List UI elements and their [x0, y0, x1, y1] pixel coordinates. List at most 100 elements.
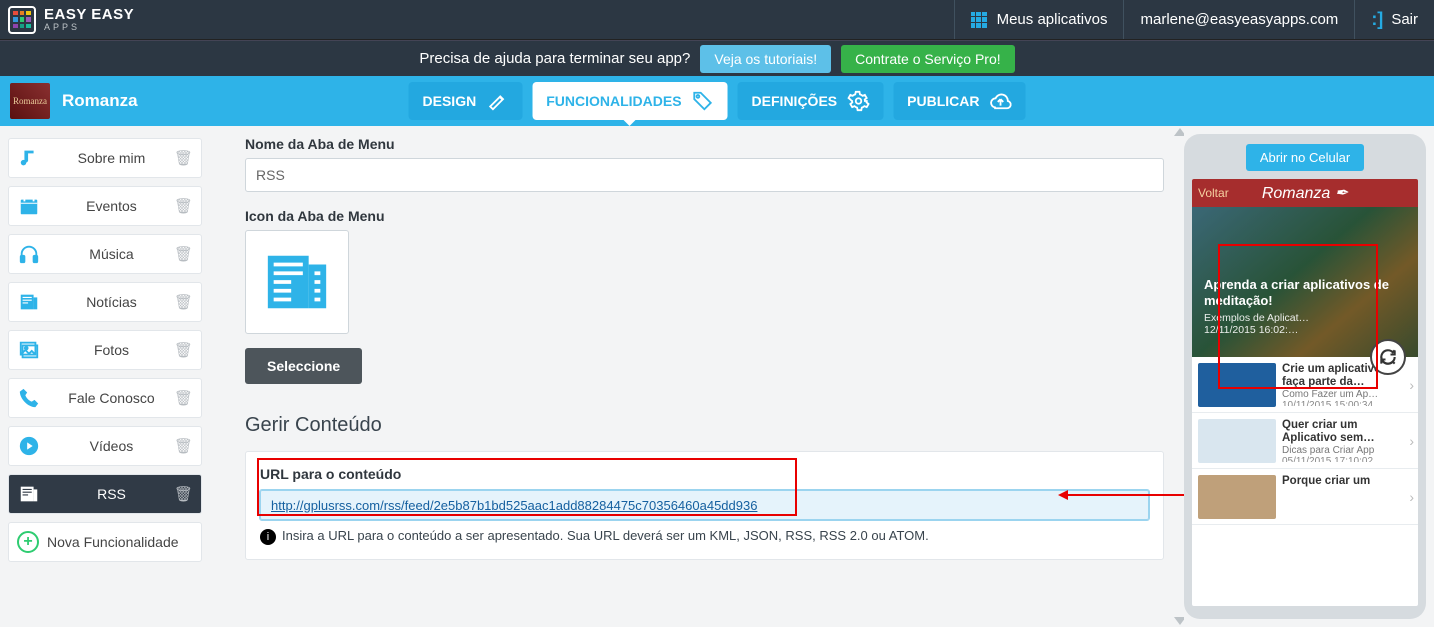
- brand: EASY EASY APPS: [0, 6, 134, 34]
- sidebar-item-label: Eventos: [49, 198, 174, 214]
- tab-settings[interactable]: DEFINIÇÕES: [738, 82, 884, 120]
- logout-label: Sair: [1391, 11, 1418, 28]
- topbar: EASY EASY APPS Meus aplicativos marlene@…: [0, 0, 1434, 40]
- music-note-icon: [17, 146, 41, 170]
- info-icon: i: [260, 529, 276, 545]
- feed-row[interactable]: Quer criar um Aplicativo sem… Dicas para…: [1192, 413, 1418, 469]
- brand-name: EASY EASY: [44, 6, 134, 23]
- sidebar-item-music[interactable]: Música 🗑: [8, 234, 202, 274]
- feed-hero-title: Aprenda a criar aplicativos de meditação…: [1204, 277, 1406, 308]
- logout-link[interactable]: :] Sair: [1354, 0, 1434, 39]
- logout-icon: :]: [1371, 9, 1383, 30]
- url-hint-text: Insira a URL para o conteúdo a ser apres…: [282, 528, 929, 543]
- preview-back-button[interactable]: Voltar: [1198, 186, 1229, 200]
- feed-thumb: [1198, 419, 1276, 463]
- sidebar-add-label: Nova Funcionalidade: [47, 534, 193, 550]
- brand-sub: APPS: [44, 23, 134, 32]
- newspaper-icon: [17, 290, 41, 314]
- sidebar-item-videos[interactable]: Vídeos 🗑: [8, 426, 202, 466]
- trash-icon[interactable]: 🗑: [174, 341, 193, 359]
- feed-row-date: 10/11/2015 15:00:34: [1282, 400, 1412, 406]
- newspaper-icon: [17, 482, 41, 506]
- feed-thumb: [1198, 475, 1276, 519]
- gear-icon: [847, 90, 869, 112]
- sidebar-item-label: Música: [49, 246, 174, 262]
- sidebar-item-label: Fotos: [49, 342, 174, 358]
- trash-icon[interactable]: 🗑: [174, 389, 193, 407]
- tab-settings-label: DEFINIÇÕES: [752, 93, 838, 109]
- tabname-label: Nome da Aba de Menu: [245, 136, 1164, 152]
- sidebar-item-rss[interactable]: RSS 🗑: [8, 474, 202, 514]
- trash-icon[interactable]: 🗑: [174, 437, 193, 455]
- tabname-input[interactable]: [245, 158, 1164, 192]
- app-name: Romanza: [62, 91, 138, 111]
- apps-grid-icon: [971, 12, 987, 28]
- trash-icon[interactable]: 🗑: [174, 485, 193, 503]
- chevron-right-icon: ›: [1409, 377, 1414, 393]
- photos-icon: [17, 338, 41, 362]
- cloud-upload-icon: [989, 90, 1011, 112]
- sidebar-item-label: Fale Conosco: [49, 390, 174, 406]
- preview-title: Romanza ✒: [1262, 183, 1348, 203]
- phone-screen: Voltar Romanza ✒ Aprenda a criar aplicat…: [1192, 179, 1418, 606]
- open-on-phone-button[interactable]: Abrir no Celular: [1246, 144, 1364, 171]
- my-apps-link[interactable]: Meus aplicativos: [954, 0, 1124, 39]
- app-thumbnail: Romanza: [10, 83, 50, 119]
- play-icon: [17, 434, 41, 458]
- sidebar-item-events[interactable]: Eventos 🗑: [8, 186, 202, 226]
- manage-content-heading: Gerir Conteúdo: [245, 414, 1164, 437]
- tags-icon: [692, 90, 714, 112]
- navbar: Romanza Romanza DESIGN FUNCIONALIDADES D…: [0, 76, 1434, 126]
- phone-icon: [17, 386, 41, 410]
- feed-row-sub: Dicas para Criar App: [1282, 445, 1412, 456]
- annotation-arrow: [1066, 494, 1184, 496]
- tab-features[interactable]: FUNCIONALIDADES: [532, 82, 727, 120]
- sidebar-item-photos[interactable]: Fotos 🗑: [8, 330, 202, 370]
- tab-design-label: DESIGN: [423, 93, 477, 109]
- chevron-right-icon: ›: [1409, 433, 1414, 449]
- tutorials-button[interactable]: Veja os tutoriais!: [700, 45, 831, 73]
- feed-hero[interactable]: Aprenda a criar aplicativos de meditação…: [1192, 207, 1418, 357]
- sidebar-item-label: Vídeos: [49, 438, 174, 454]
- my-apps-label: Meus aplicativos: [997, 11, 1108, 28]
- feed-row[interactable]: Porque criar um ›: [1192, 469, 1418, 525]
- feed-row-sub: Como Fazer um Ap…: [1282, 389, 1412, 400]
- preview-header: Voltar Romanza ✒: [1192, 179, 1418, 207]
- pro-service-button[interactable]: Contrate o Serviço Pro!: [841, 45, 1015, 73]
- scroll-indicator[interactable]: [1174, 126, 1182, 627]
- newspaper-icon: [262, 247, 332, 317]
- feed-row-title: Porque criar um: [1282, 475, 1412, 488]
- sidebar: Sobre mim 🗑 Eventos 🗑 Música 🗑 Notícias …: [0, 126, 210, 627]
- account-email: marlene@easyeasyapps.com: [1140, 11, 1338, 28]
- trash-icon[interactable]: 🗑: [174, 293, 193, 311]
- helpbar: Precisa de ajuda para terminar seu app? …: [0, 40, 1434, 76]
- url-label: URL para o conteúdo: [260, 466, 1149, 482]
- tab-design[interactable]: DESIGN: [409, 82, 523, 120]
- sidebar-item-label: Notícias: [49, 294, 174, 310]
- sidebar-item-about[interactable]: Sobre mim 🗑: [8, 138, 202, 178]
- select-icon-button[interactable]: Seleccione: [245, 348, 362, 384]
- content-area: Nome da Aba de Menu Icon da Aba de Menu …: [210, 126, 1184, 627]
- brand-logo-icon: [8, 6, 36, 34]
- trash-icon[interactable]: 🗑: [174, 197, 193, 215]
- trash-icon[interactable]: 🗑: [174, 245, 193, 263]
- url-input[interactable]: [260, 490, 1149, 520]
- headphones-icon: [17, 242, 41, 266]
- refresh-button[interactable]: [1370, 339, 1406, 375]
- feed-hero-subtitle: Exemplos de Aplicat…: [1204, 312, 1406, 324]
- account-link[interactable]: marlene@easyeasyapps.com: [1123, 0, 1354, 39]
- brush-icon: [486, 90, 508, 112]
- url-hint: i Insira a URL para o conteúdo a ser apre…: [260, 528, 1149, 545]
- sidebar-add-feature[interactable]: + Nova Funcionalidade: [8, 522, 202, 562]
- phone-preview-panel: Abrir no Celular Voltar Romanza ✒ Aprend…: [1184, 126, 1434, 627]
- icon-preview: [245, 230, 349, 334]
- tab-publish-label: PUBLICAR: [907, 93, 979, 109]
- trash-icon[interactable]: 🗑: [174, 149, 193, 167]
- icon-label: Icon da Aba de Menu: [245, 208, 1164, 224]
- feed-row-title: Quer criar um Aplicativo sem…: [1282, 419, 1412, 445]
- chevron-right-icon: ›: [1409, 489, 1414, 505]
- feed-thumb: [1198, 363, 1276, 407]
- sidebar-item-contact[interactable]: Fale Conosco 🗑: [8, 378, 202, 418]
- sidebar-item-news[interactable]: Notícias 🗑: [8, 282, 202, 322]
- tab-publish[interactable]: PUBLICAR: [893, 82, 1025, 120]
